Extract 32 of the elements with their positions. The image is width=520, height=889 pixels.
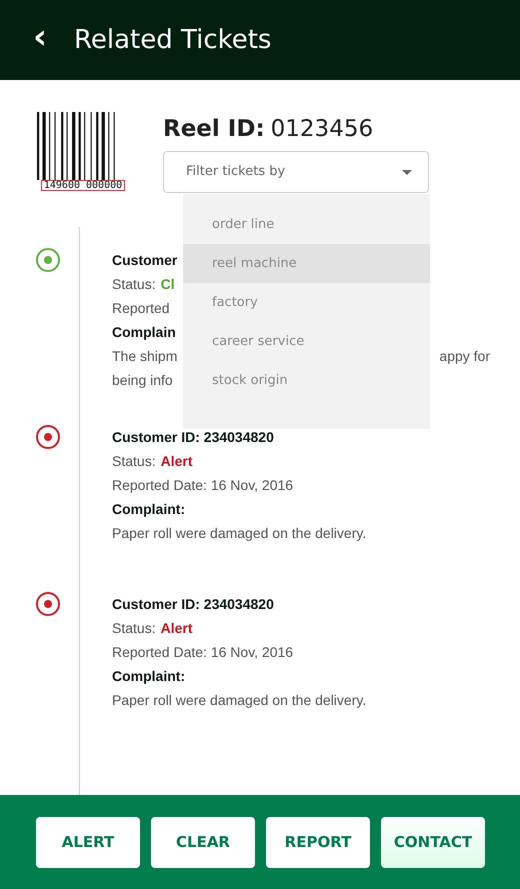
complaint-text: being info xyxy=(112,371,173,390)
complaint-text: Paper roll were damaged on the delivery. xyxy=(112,691,366,710)
customer-id: Customer ID: 234034820 xyxy=(112,428,274,447)
reported-date: Reported Date: 16 Nov, 2016 xyxy=(112,476,294,495)
status-label: Status: xyxy=(112,619,156,638)
barcode-number: 149600 000000 xyxy=(40,180,126,191)
status-label: Status: xyxy=(112,452,156,471)
page-title: Related Tickets xyxy=(74,24,272,56)
back-button[interactable]: ‹ xyxy=(28,20,52,60)
reported-date: Reported xyxy=(112,299,170,318)
complaint-text: The shipm xyxy=(112,347,178,366)
filter-dropdown[interactable]: Filter tickets by xyxy=(163,151,429,193)
customer-id: Customer ID: 234034820 xyxy=(112,595,274,614)
status-value: Alert xyxy=(160,452,192,471)
status-label: Status: xyxy=(112,275,156,294)
reel-id-label: Reel ID: xyxy=(163,115,265,144)
action-button[interactable]: REPORT xyxy=(266,816,370,868)
complaint-text: Paper roll were damaged on the delivery. xyxy=(112,524,366,543)
complaint-label: Complaint: xyxy=(112,500,186,519)
status-value: Cl xyxy=(160,275,175,294)
action-button[interactable]: ALERT xyxy=(36,816,140,868)
complaint-text: appy for xyxy=(439,347,490,366)
complaint-label: Complain xyxy=(112,323,176,342)
complaint-label: Complaint: xyxy=(112,667,186,686)
caret-icon xyxy=(402,170,412,174)
customer-id: Customer xyxy=(112,251,178,270)
reel-id-value: 0123456 xyxy=(270,115,374,144)
status-value: Alert xyxy=(160,619,192,638)
action-button[interactable]: CONTACT xyxy=(381,816,485,868)
reported-date: Reported Date: 16 Nov, 2016 xyxy=(112,643,294,662)
action-button[interactable]: CLEAR xyxy=(151,816,255,868)
dropdown-option[interactable]: reel machine xyxy=(183,244,430,283)
